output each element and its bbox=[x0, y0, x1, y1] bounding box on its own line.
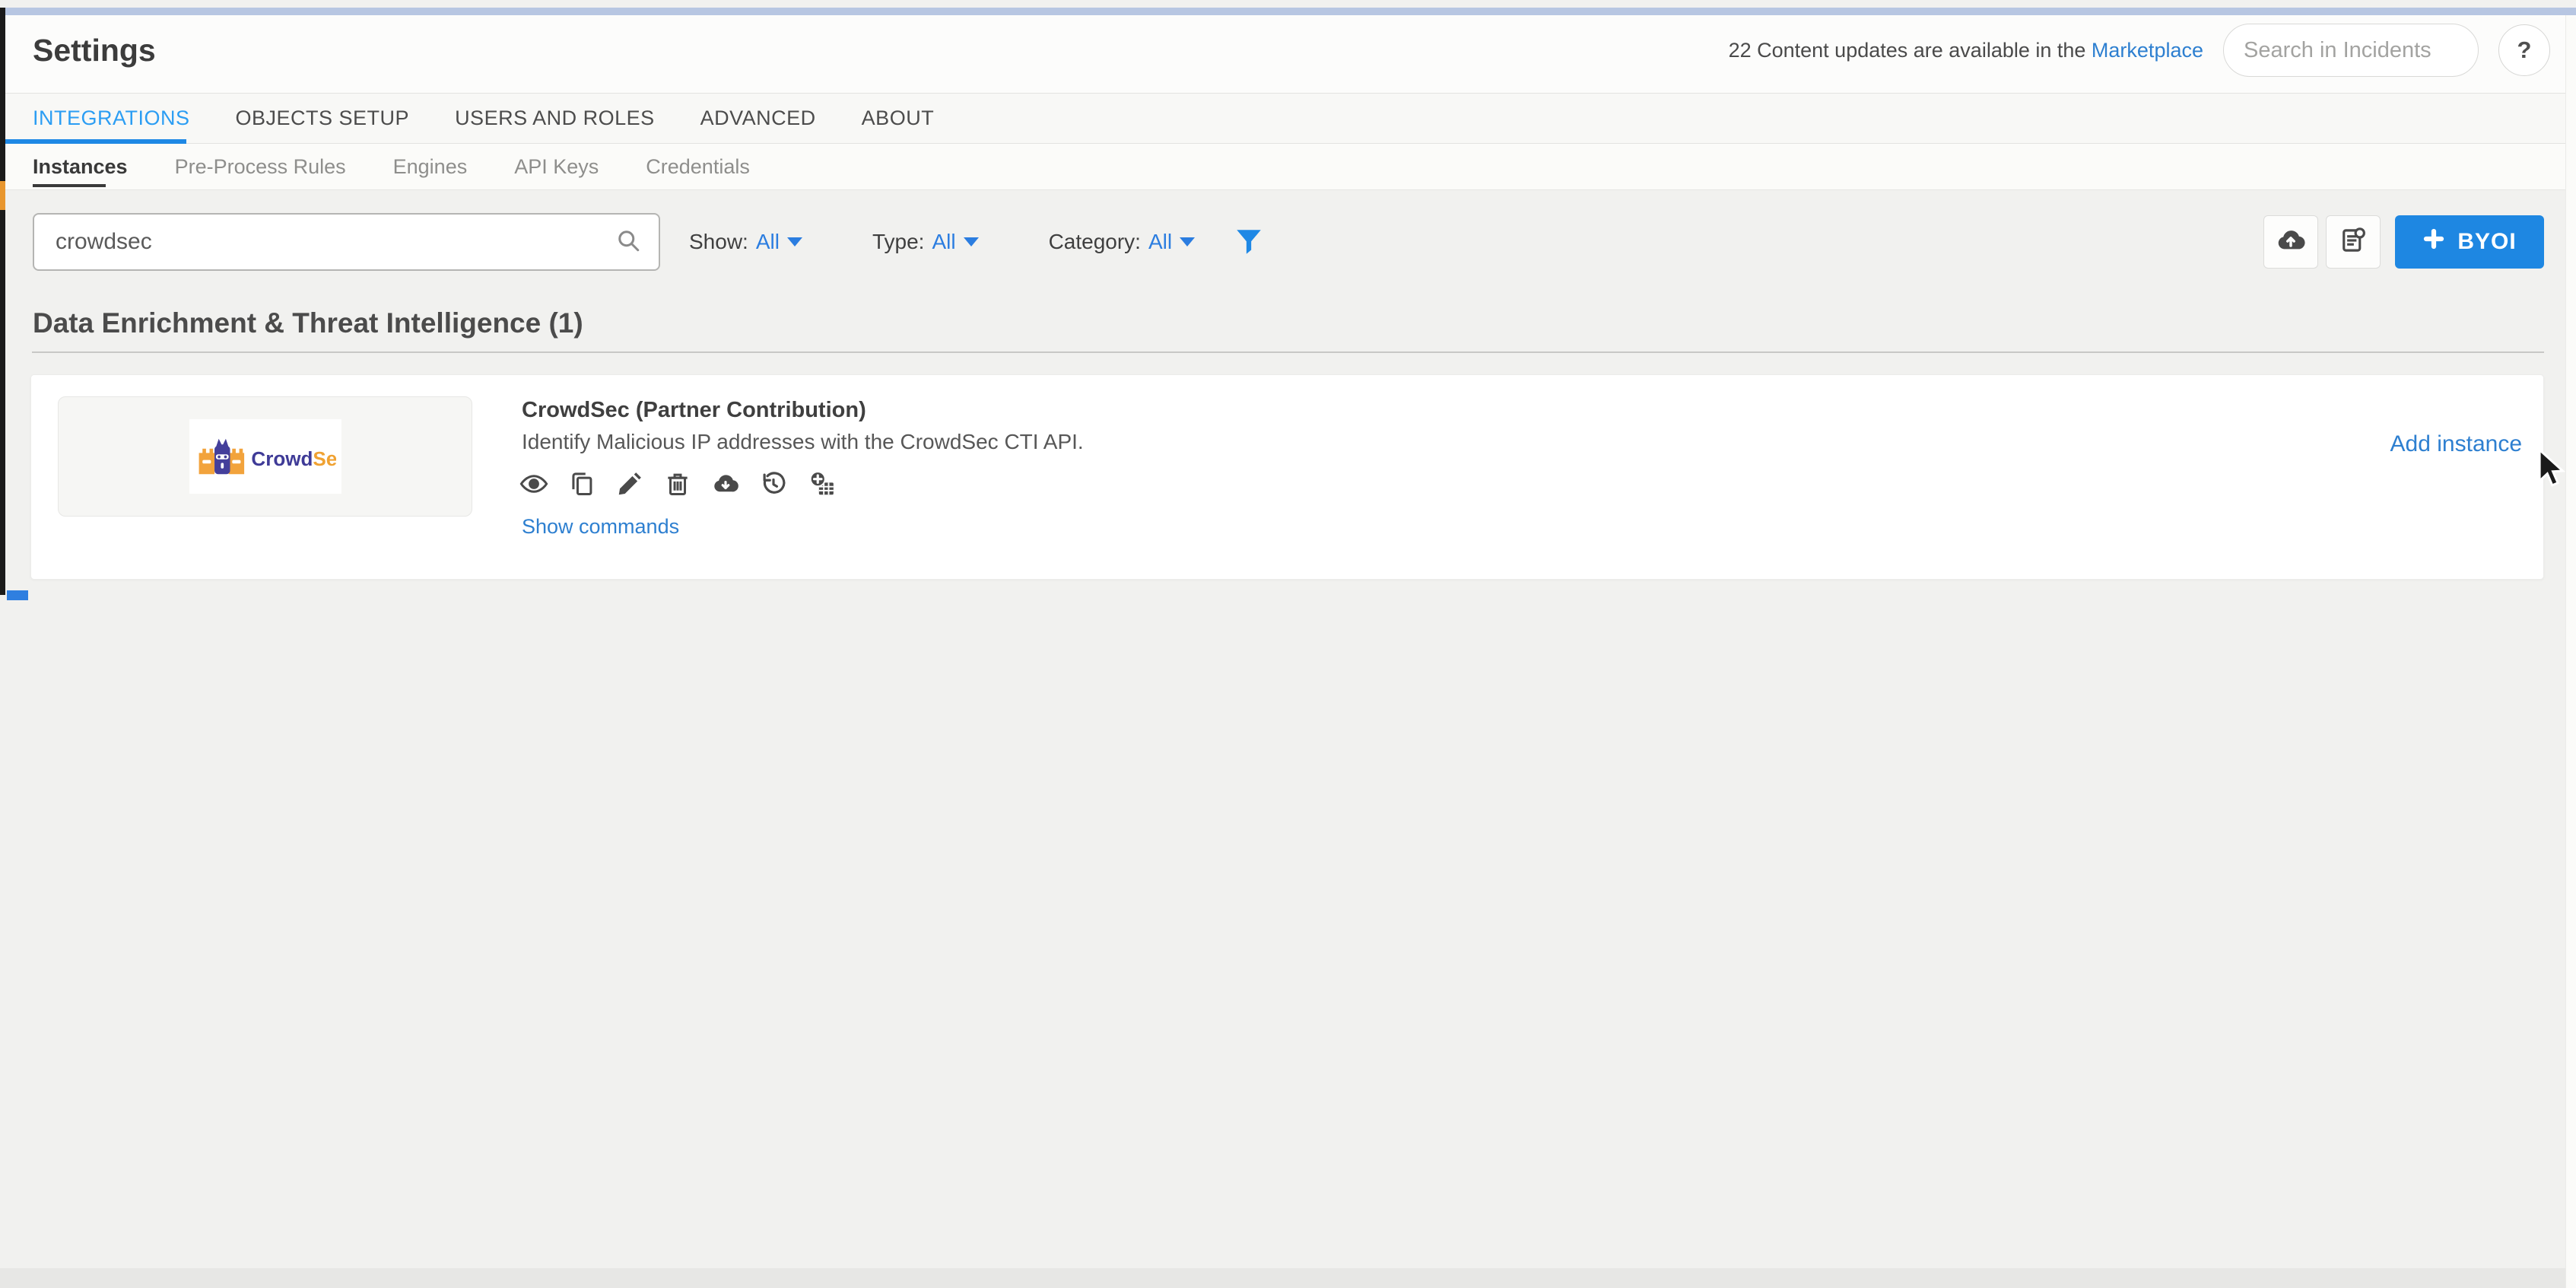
byoi-label: BYOI bbox=[2457, 229, 2516, 255]
integration-actions bbox=[518, 468, 837, 500]
filter-show-label: Show: bbox=[689, 230, 748, 254]
subtab-api-keys[interactable]: API Keys bbox=[514, 155, 599, 179]
chevron-down-icon bbox=[1180, 237, 1195, 246]
filter-type-label: Type: bbox=[872, 230, 924, 254]
logo-text-sec: Sec bbox=[313, 447, 336, 470]
window-left-edge-blue bbox=[7, 590, 28, 600]
sub-tabbar: Instances Pre-Process Rules Engines API … bbox=[0, 144, 2576, 190]
chevron-down-icon bbox=[787, 237, 802, 246]
settings-screen: Settings 22 Content updates are availabl… bbox=[0, 8, 2576, 1288]
header: Settings 22 Content updates are availabl… bbox=[0, 8, 2576, 94]
tab-advanced[interactable]: ADVANCED bbox=[700, 107, 816, 130]
integrations-toolbar: Show: All Type: All Category: All bbox=[0, 190, 2576, 271]
filter-type[interactable]: Type: All bbox=[872, 230, 979, 254]
filter-category-value: All bbox=[1148, 230, 1172, 254]
show-commands-link[interactable]: Show commands bbox=[522, 515, 679, 539]
filter-funnel-icon[interactable] bbox=[1233, 226, 1265, 258]
filter-show-value: All bbox=[756, 230, 780, 254]
tab-about[interactable]: ABOUT bbox=[862, 107, 935, 130]
tab-users-and-roles[interactable]: USERS AND ROLES bbox=[455, 107, 655, 130]
global-search-input[interactable] bbox=[2244, 38, 2458, 63]
content-updates-banner: 22 Content updates are available in the … bbox=[1729, 39, 2203, 62]
svg-text:CrowdSec: CrowdSec bbox=[251, 447, 336, 470]
marketplace-link[interactable]: Marketplace bbox=[2092, 39, 2203, 62]
header-right: 22 Content updates are available in the … bbox=[1729, 24, 2550, 77]
copy-icon[interactable] bbox=[566, 468, 598, 500]
active-subtab-indicator bbox=[33, 184, 106, 187]
crowdsec-logo: CrowdSec bbox=[189, 419, 341, 494]
tab-objects-setup[interactable]: OBJECTS SETUP bbox=[236, 107, 410, 130]
filters: Show: All Type: All Category: All bbox=[689, 230, 1195, 254]
scrollbar-track[interactable] bbox=[2565, 15, 2576, 1288]
subtab-pre-process-rules[interactable]: Pre-Process Rules bbox=[175, 155, 346, 179]
download-icon[interactable] bbox=[710, 468, 742, 500]
create-mapping-icon[interactable] bbox=[805, 468, 837, 500]
integration-description: Identify Malicious IP addresses with the… bbox=[522, 430, 1084, 454]
window-left-edge bbox=[0, 8, 5, 595]
upload-integration-button[interactable] bbox=[2263, 215, 2318, 269]
edit-icon[interactable] bbox=[614, 468, 646, 500]
view-icon[interactable] bbox=[518, 468, 550, 500]
document-gear-icon bbox=[2337, 224, 2369, 260]
global-search bbox=[2223, 24, 2479, 77]
plus-icon bbox=[2422, 227, 2445, 256]
window-top-edge bbox=[0, 8, 2576, 15]
integration-logo-tile: CrowdSec bbox=[58, 396, 472, 517]
subtab-instances[interactable]: Instances bbox=[33, 155, 128, 179]
cloud-upload-icon bbox=[2275, 224, 2307, 260]
subtab-engines[interactable]: Engines bbox=[393, 155, 468, 179]
window-bottom-edge bbox=[0, 1268, 2576, 1288]
filter-show[interactable]: Show: All bbox=[689, 230, 802, 254]
reset-icon[interactable] bbox=[758, 468, 789, 500]
filter-category[interactable]: Category: All bbox=[1049, 230, 1196, 254]
integration-search-input[interactable] bbox=[56, 229, 615, 255]
divider bbox=[32, 351, 2544, 353]
delete-icon[interactable] bbox=[662, 468, 694, 500]
chevron-down-icon bbox=[964, 237, 979, 246]
add-instance-link[interactable]: Add instance bbox=[2390, 431, 2522, 457]
page-title: Settings bbox=[33, 33, 156, 68]
integration-card-crowdsec: CrowdSec CrowdSec (Partner Contribution)… bbox=[30, 374, 2544, 580]
logo-text-crowd: Crowd bbox=[251, 447, 313, 470]
filter-category-label: Category: bbox=[1049, 230, 1141, 254]
integration-search bbox=[33, 213, 660, 271]
tab-integrations[interactable]: INTEGRATIONS bbox=[33, 107, 190, 130]
subtab-credentials[interactable]: Credentials bbox=[646, 155, 750, 179]
main-tabbar: INTEGRATIONS OBJECTS SETUP USERS AND ROL… bbox=[0, 94, 2576, 144]
help-button[interactable]: ? bbox=[2498, 24, 2550, 76]
content-updates-text: 22 Content updates are available in the bbox=[1729, 39, 2092, 62]
integration-logs-button[interactable] bbox=[2326, 215, 2381, 269]
search-icon[interactable] bbox=[615, 227, 642, 258]
filter-type-value: All bbox=[932, 230, 955, 254]
toolbar-right: BYOI bbox=[2263, 215, 2544, 269]
window-left-edge-accent bbox=[0, 181, 5, 210]
category-heading: Data Enrichment & Threat Intelligence (1… bbox=[33, 307, 2543, 339]
byoi-button[interactable]: BYOI bbox=[2395, 215, 2544, 269]
integration-title: CrowdSec (Partner Contribution) bbox=[522, 398, 866, 423]
